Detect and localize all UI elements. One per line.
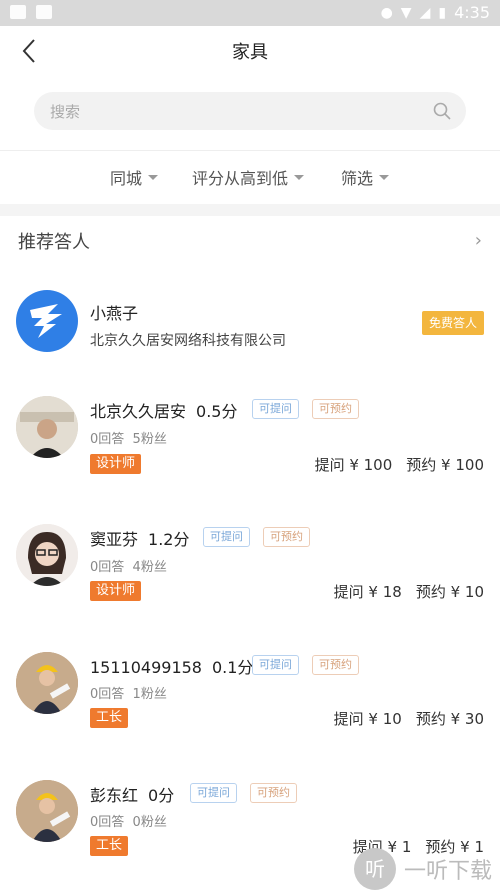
ask-price: 提问 ¥ 100 — [314, 456, 393, 474]
search-placeholder: 搜索 — [50, 103, 81, 121]
avatar — [16, 524, 78, 586]
image-icon — [10, 5, 26, 19]
location-icon: ● — [380, 4, 393, 21]
search-icon[interactable] — [432, 101, 452, 121]
ask-price: 提问 ¥ 10 — [333, 710, 402, 728]
book-price: 预约 ¥ 100 — [406, 456, 484, 474]
expert-name: 15110499158 — [90, 658, 202, 677]
featured-name: 小燕子 — [90, 304, 139, 323]
watermark: 听 一听下载 — [353, 848, 492, 890]
role-badge: 设计师 — [90, 454, 142, 474]
signal-icon: ◢ — [419, 4, 431, 21]
price-line: 提问 ¥ 100 预约 ¥ 100 — [315, 454, 484, 475]
free-expert-badge: 免费答人 — [421, 311, 484, 335]
worker-photo-icon — [16, 780, 78, 842]
watermark-logo: 听 — [353, 848, 396, 890]
wifi-icon: ▼ — [400, 4, 412, 21]
avatar — [16, 780, 78, 842]
expert-score: 0.5分 — [196, 402, 238, 421]
watermark-text: 一听下载 — [403, 859, 492, 884]
filter-city-label: 同城 — [110, 169, 143, 188]
expert-name-line: 15110499158 0.1分 — [90, 654, 253, 678]
text-icon — [36, 5, 52, 19]
expert-stats: 0回答 0粉丝 — [90, 811, 167, 830]
fan-count: 4粉丝 — [132, 560, 167, 575]
expert-name-line: 北京久久居安 0.5分 — [90, 398, 237, 422]
recommended-heading: 推荐答人 — [18, 232, 90, 253]
expert-stats: 0回答 1粉丝 — [90, 683, 167, 702]
person-photo-icon — [16, 524, 78, 586]
answer-count: 0回答 — [90, 432, 125, 447]
fan-count: 1粉丝 — [132, 687, 167, 702]
expert-score: 0分 — [148, 786, 175, 805]
filter-more[interactable]: 筛选 — [341, 165, 390, 189]
can-ask-tag: 可提问 — [252, 655, 299, 675]
page-title: 家具 — [232, 42, 268, 63]
answer-count: 0回答 — [90, 687, 125, 702]
ask-price: 提问 ¥ 18 — [333, 583, 402, 601]
avatar — [16, 652, 78, 714]
header: 家具 — [0, 26, 500, 78]
answer-count: 0回答 — [90, 815, 125, 830]
book-price: 预约 ¥ 10 — [415, 583, 484, 601]
expert-stats: 0回答 5粉丝 — [90, 428, 167, 447]
role-badge: 工长 — [90, 836, 129, 856]
answer-count: 0回答 — [90, 560, 125, 575]
expert-name: 彭东红 — [90, 786, 139, 805]
fan-count: 5粉丝 — [132, 432, 167, 447]
avatar — [16, 290, 78, 352]
expert-stats: 0回答 4粉丝 — [90, 556, 167, 575]
can-book-tag: 可预约 — [312, 399, 359, 419]
expert-name-line: 窦亚芬 1.2分 — [90, 526, 189, 550]
expert-score: 1.2分 — [148, 530, 190, 549]
can-ask-tag: 可提问 — [190, 783, 237, 803]
filter-bar: 同城 评分从高到低 筛选 — [0, 150, 500, 202]
caret-down-icon — [379, 174, 390, 180]
filter-more-label: 筛选 — [341, 169, 374, 188]
featured-company: 北京久久居安网络科技有限公司 — [90, 333, 286, 349]
status-bar: ● ▼ ◢ ▮ 4:35 — [0, 0, 500, 26]
expert-score: 0.1分 — [211, 658, 254, 677]
section-divider — [0, 204, 500, 216]
can-book-tag: 可预约 — [263, 527, 310, 547]
filter-city[interactable]: 同城 — [110, 165, 159, 189]
can-book-tag: 可预约 — [250, 783, 297, 803]
filter-sort[interactable]: 评分从高到低 — [192, 165, 305, 189]
expert-name-line: 彭东红 0分 — [90, 782, 174, 806]
avatar — [16, 396, 78, 458]
caret-down-icon — [294, 174, 305, 180]
filter-sort-label: 评分从高到低 — [192, 169, 289, 188]
expert-name: 北京久久居安 — [90, 402, 187, 421]
price-line: 提问 ¥ 18 预约 ¥ 10 — [334, 581, 484, 602]
price-line: 提问 ¥ 10 预约 ¥ 30 — [334, 708, 484, 729]
search-bar[interactable]: 搜索 — [34, 92, 466, 130]
battery-icon: ▮ — [438, 4, 447, 21]
expert-name: 窦亚芬 — [90, 530, 139, 549]
chevron-right-icon[interactable]: › — [475, 230, 482, 251]
caret-down-icon — [148, 174, 159, 180]
book-price: 预约 ¥ 30 — [415, 710, 484, 728]
person-photo-icon — [16, 396, 78, 458]
can-book-tag: 可预约 — [312, 655, 359, 675]
role-badge: 设计师 — [90, 581, 142, 601]
worker-photo-icon — [16, 652, 78, 714]
status-time: 4:35 — [454, 3, 490, 22]
fan-count: 0粉丝 — [132, 815, 167, 830]
can-ask-tag: 可提问 — [203, 527, 250, 547]
wing-logo-icon — [30, 304, 62, 338]
role-badge: 工长 — [90, 708, 129, 728]
can-ask-tag: 可提问 — [252, 399, 299, 419]
